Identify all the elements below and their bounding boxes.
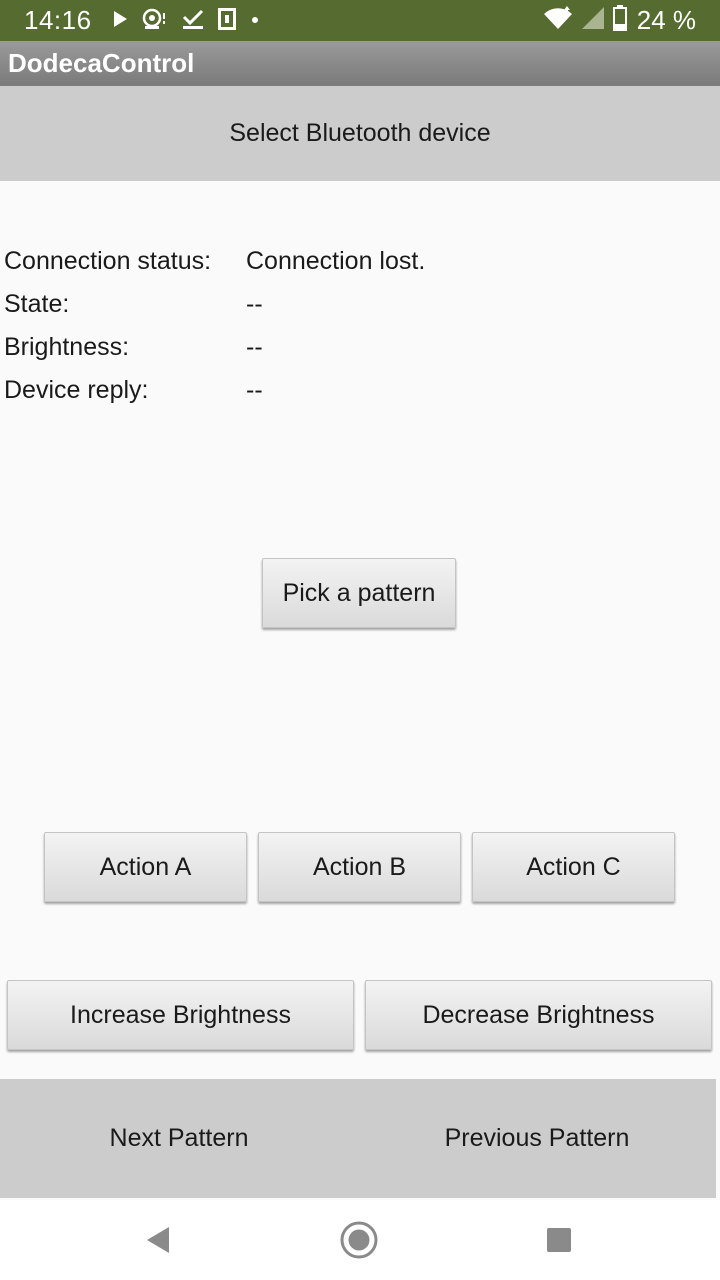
title-bar: DodecaControl	[0, 41, 720, 86]
status-bar: 14:16 24 %	[0, 0, 720, 41]
back-icon[interactable]	[136, 1218, 180, 1262]
state-label: State:	[4, 290, 70, 318]
brightness-label: Brightness:	[4, 333, 130, 361]
check-icon	[182, 8, 204, 35]
system-icons: 24 %	[543, 4, 696, 36]
decrease-brightness-button[interactable]: Decrease Brightness	[365, 980, 712, 1050]
action-b-button[interactable]: Action B	[258, 832, 461, 902]
next-pattern-button[interactable]: Next Pattern	[0, 1079, 358, 1198]
download-icon	[142, 8, 168, 35]
action-a-button[interactable]: Action A	[44, 832, 247, 902]
battery-icon	[612, 4, 627, 36]
connection-status-label: Connection status:	[4, 247, 212, 275]
brightness-value: --	[246, 333, 263, 361]
battery-percent: 24 %	[636, 4, 696, 35]
navigation-bar	[0, 1200, 720, 1280]
home-icon[interactable]	[337, 1218, 381, 1262]
app-screen: 14:16 24 % DodecaControl Select Bluetoot…	[0, 0, 720, 1280]
state-row: State: --	[4, 290, 704, 324]
sim-icon	[218, 7, 236, 35]
notification-icons	[112, 7, 260, 35]
device-reply-value: --	[246, 376, 263, 404]
signal-icon	[581, 6, 605, 35]
action-c-button[interactable]: Action C	[472, 832, 675, 902]
connection-status-value: Connection lost.	[246, 247, 426, 275]
device-reply-label: Device reply:	[4, 376, 149, 404]
increase-brightness-button[interactable]: Increase Brightness	[7, 980, 354, 1050]
status-time: 14:16	[24, 5, 92, 35]
recents-icon[interactable]	[537, 1218, 581, 1262]
wifi-icon	[543, 5, 573, 35]
select-bluetooth-device-button[interactable]: Select Bluetooth device	[0, 86, 720, 181]
play-icon	[112, 10, 128, 33]
app-title: DodecaControl	[8, 48, 195, 78]
device-reply-row: Device reply: --	[4, 376, 704, 410]
connection-status-row: Connection status: Connection lost.	[4, 247, 704, 281]
state-value: --	[246, 290, 263, 318]
pick-pattern-button[interactable]: Pick a pattern	[262, 558, 456, 628]
brightness-row: Brightness: --	[4, 333, 704, 367]
previous-pattern-button[interactable]: Previous Pattern	[358, 1079, 716, 1198]
dot-icon	[250, 12, 260, 30]
